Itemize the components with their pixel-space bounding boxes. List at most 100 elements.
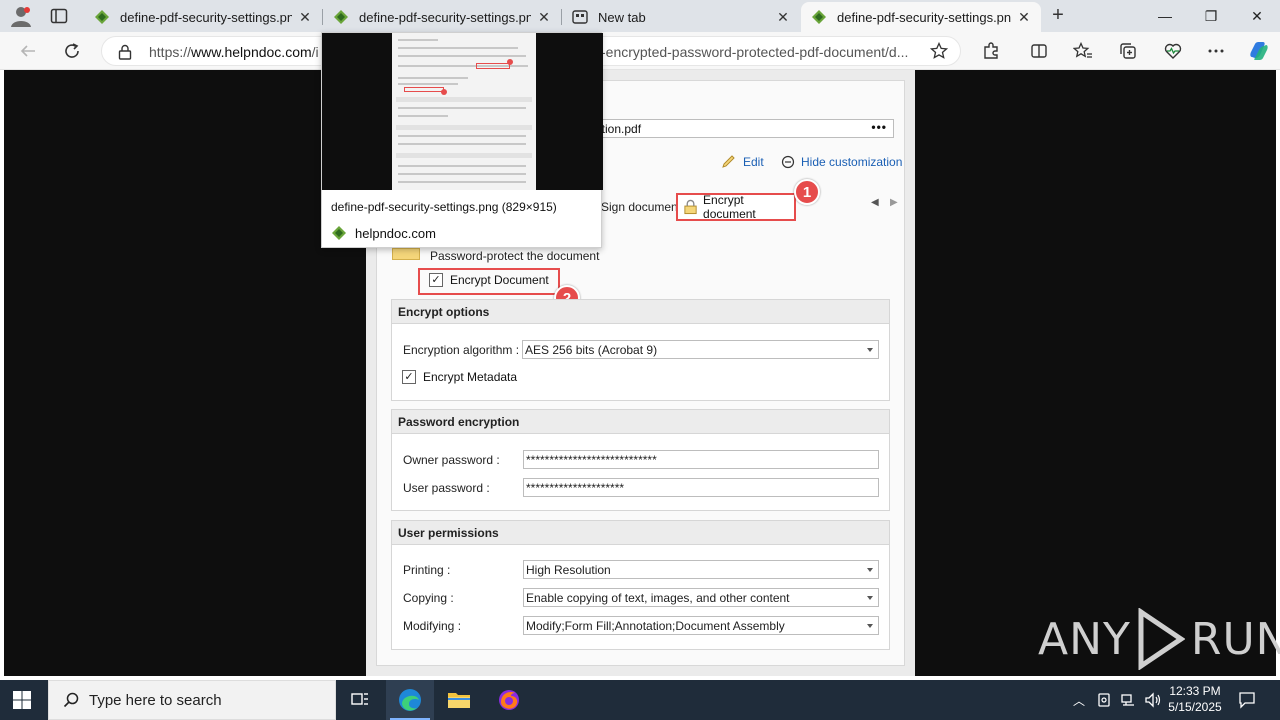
browser-essentials-button[interactable] [1163, 41, 1183, 61]
browser-tab[interactable]: define-pdf-security-settings.png ✕ [84, 2, 322, 32]
browser-tab[interactable]: define-pdf-security-settings.png ✕ [323, 2, 561, 32]
modifying-select[interactable]: Modify;Form Fill;Annotation;Document Ass… [523, 616, 879, 635]
algorithm-select[interactable]: AES 256 bits (Acrobat 9) [522, 340, 879, 359]
tab-sign-document[interactable]: Sign document [601, 200, 681, 214]
clock-date: 5/15/2025 [1168, 700, 1222, 714]
algorithm-label: Encryption algorithm : [403, 343, 520, 357]
tab-close-button[interactable]: ✕ [537, 9, 551, 26]
algorithm-value: AES 256 bits (Acrobat 9) [525, 343, 658, 357]
close-window-button[interactable]: ✕ [1234, 0, 1280, 32]
minimize-button[interactable]: — [1142, 0, 1188, 32]
copilot-icon [1250, 42, 1268, 60]
hide-customization-link[interactable]: Hide customization [781, 155, 902, 169]
notification-icon [1239, 692, 1255, 709]
helpndoc-favicon-icon [332, 226, 346, 240]
copying-select[interactable]: Enable copying of text, images, and othe… [523, 588, 879, 607]
user-password-field[interactable]: ********************* [523, 478, 879, 497]
scroll-tabs-right-icon[interactable]: ▶ [890, 197, 898, 208]
tab-close-button[interactable]: ✕ [1017, 9, 1031, 26]
maximize-button[interactable]: ❐ [1188, 0, 1234, 32]
network-icon[interactable] [1120, 692, 1136, 708]
hide-customization-label: Hide customization [801, 155, 903, 169]
helpndoc-favicon-icon [95, 10, 109, 24]
preview-filename: define-pdf-security-settings.png (829×91… [331, 200, 557, 214]
profile-icon[interactable] [10, 5, 32, 27]
tab-close-button[interactable]: ✕ [776, 9, 790, 26]
printing-select[interactable]: High Resolution [523, 560, 879, 579]
more-dots-icon [1208, 49, 1224, 53]
collections-button[interactable] [1118, 41, 1138, 61]
task-view-button[interactable] [336, 680, 384, 720]
settings-more-button[interactable] [1206, 41, 1226, 61]
callout-badge-1: 1 [794, 179, 820, 205]
windows-start-icon[interactable] [12, 690, 32, 710]
browser-tab-active[interactable]: define-pdf-security-settings.png ✕ [801, 2, 1041, 32]
section-header: Password encryption [392, 410, 889, 434]
edit-link[interactable]: Edit [721, 155, 764, 169]
tab-close-button[interactable]: ✕ [298, 9, 312, 26]
show-hidden-icons-icon[interactable]: ︿ [1072, 692, 1086, 709]
encrypt-document-checkbox[interactable]: ✓ Encrypt Document [429, 273, 549, 287]
edge-icon [399, 689, 421, 711]
extensions-button[interactable] [981, 41, 1001, 61]
tab-hover-preview: define-pdf-security-settings.png (829×91… [321, 32, 603, 248]
scroll-tabs-left-icon[interactable]: ◀ [871, 197, 879, 208]
split-screen-button[interactable] [1029, 41, 1049, 61]
browser-toolbar: https://www.helpndoc.com/i -encrypted-pa… [0, 32, 1280, 70]
clock-time: 12:33 PM [1169, 684, 1221, 698]
split-screen-icon [1031, 44, 1047, 58]
taskbar-clock[interactable]: 12:33 PM 5/15/2025 [1160, 683, 1230, 715]
favorites-icon [1073, 42, 1092, 58]
encrypt-metadata-checkbox[interactable]: ✓ Encrypt Metadata [402, 370, 517, 384]
firefox-icon [499, 690, 519, 710]
url-path-left: /i [311, 44, 319, 60]
tab-encrypt-document[interactable]: Encrypt document [676, 193, 796, 221]
pencil-icon [722, 155, 735, 168]
taskbar-search-box[interactable]: Type here to search [48, 680, 336, 720]
tab-actions-icon[interactable] [50, 7, 68, 25]
folder-icon [448, 693, 470, 708]
watermark-left-text: ANY [1038, 613, 1131, 665]
printing-label: Printing : [403, 563, 451, 577]
browse-button[interactable]: ••• [871, 120, 887, 134]
preview-image [392, 33, 536, 190]
output-filename-field[interactable]: ntation.pdf ••• [580, 119, 894, 138]
collapse-circle-icon [781, 155, 795, 169]
modifying-value: Modify;Form Fill;Annotation;Document Ass… [526, 619, 785, 633]
copying-value: Enable copying of text, images, and othe… [526, 591, 790, 605]
favorites-button[interactable] [1073, 41, 1093, 61]
system-tray: ︿ [1072, 680, 1086, 720]
tab-encrypt-label: Encrypt document [703, 193, 756, 221]
dropdown-arrow-icon [867, 624, 873, 628]
url-host: www.helpndoc.com [191, 44, 312, 60]
helpndoc-favicon-icon [334, 10, 348, 24]
heartbeat-icon [1164, 43, 1182, 59]
dropdown-arrow-icon [867, 348, 873, 352]
preview-site-label: helpndoc.com [355, 225, 436, 241]
copilot-button[interactable] [1247, 41, 1271, 61]
checkbox-checked-icon: ✓ [402, 370, 416, 384]
taskbar-file-explorer-app[interactable] [435, 680, 483, 720]
new-tab-button[interactable]: + [1048, 5, 1068, 26]
taskbar-firefox-app[interactable] [485, 680, 533, 720]
anyrun-watermark: ANY RUN [1038, 608, 1280, 670]
dropdown-arrow-icon [867, 596, 873, 600]
puzzle-icon [984, 42, 998, 59]
browser-tab[interactable]: New tab ✕ [562, 2, 800, 32]
taskbar-edge-app[interactable] [386, 680, 434, 720]
lock-icon[interactable] [118, 44, 132, 60]
helpndoc-favicon-icon [812, 10, 826, 24]
favorite-star-icon[interactable] [930, 42, 948, 60]
owner-password-field[interactable]: **************************** [523, 450, 879, 469]
tray-icons [1096, 680, 1162, 720]
task-view-icon [351, 693, 368, 705]
new-tab-icon [572, 10, 588, 24]
edit-link-label: Edit [743, 155, 764, 169]
tab-title: New tab [598, 9, 646, 25]
device-icon[interactable] [1096, 692, 1112, 708]
back-button[interactable] [18, 41, 38, 61]
notifications-button[interactable] [1238, 680, 1256, 720]
back-arrow-icon [20, 45, 35, 57]
refresh-button[interactable] [62, 41, 82, 61]
padlock-icon [684, 199, 697, 215]
